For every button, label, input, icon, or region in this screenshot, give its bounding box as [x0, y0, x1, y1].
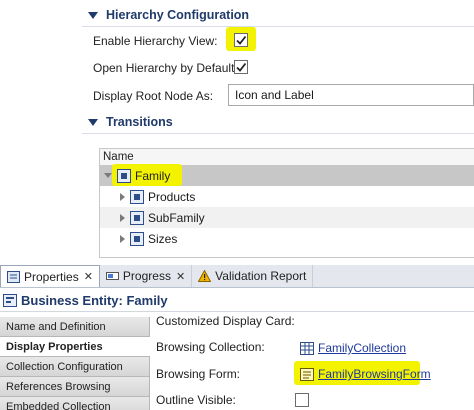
business-entity-icon — [3, 293, 17, 307]
transitions-tree: Name Family Products SubFamily Sizes — [99, 148, 474, 258]
checkmark-icon — [236, 62, 247, 72]
warning-icon — [198, 270, 212, 282]
browsing-collection-label: Browsing Collection: — [156, 340, 265, 354]
progress-icon — [105, 272, 119, 280]
tree-node-label: Products — [148, 189, 196, 204]
tab-validation-report[interactable]: Validation Report — [192, 265, 314, 287]
display-root-node-label: Display Root Node As: — [93, 89, 214, 103]
nav-item-embedded-collection[interactable]: Embedded Collection — [0, 397, 150, 410]
transitions-title: Transitions — [106, 115, 173, 129]
close-icon[interactable]: ✕ — [84, 270, 93, 283]
tab-label: Properties — [24, 269, 79, 284]
collapse-triangle-icon[interactable] — [88, 118, 98, 126]
open-hierarchy-label: Open Hierarchy by Default: — [93, 61, 238, 75]
nav-item-collection-configuration[interactable]: Collection Configuration — [0, 357, 150, 377]
entity-title-bar: Business Entity: Family — [0, 289, 474, 312]
customized-display-card-label: Customized Display Card: — [156, 314, 295, 328]
display-root-node-select[interactable]: Icon and Label — [228, 84, 474, 106]
tree-row-products[interactable]: Products — [100, 186, 474, 207]
open-hierarchy-checkbox[interactable] — [234, 60, 248, 74]
nav-item-name-and-definition[interactable]: Name and Definition — [0, 317, 150, 337]
tree-node-label: Sizes — [148, 231, 178, 246]
hierarchy-configuration-header[interactable]: Hierarchy Configuration — [82, 4, 474, 27]
nav-item-references-browsing[interactable]: References Browsing — [0, 377, 150, 397]
browsing-form-link[interactable]: FamilyBrowsingForm — [300, 367, 431, 381]
properties-side-nav: Name and Definition Display Properties C… — [0, 317, 150, 410]
tab-label: Validation Report — [215, 269, 307, 283]
properties-icon — [7, 270, 20, 283]
browsing-collection-value: FamilyCollection — [318, 341, 407, 355]
browsing-collection-link[interactable]: FamilyCollection — [300, 341, 406, 355]
tree-row-family[interactable]: Family — [100, 164, 474, 186]
collapsed-arrow-icon[interactable] — [120, 213, 125, 222]
entity-node-icon — [117, 168, 131, 183]
tab-properties[interactable]: Properties ✕ — [0, 265, 100, 287]
tree-node-label: SubFamily — [148, 210, 205, 225]
entity-node-icon — [130, 231, 144, 246]
form-icon — [300, 367, 314, 381]
tab-label: Progress — [122, 269, 171, 283]
collapsed-arrow-icon[interactable] — [120, 192, 125, 201]
checkmark-icon — [236, 35, 247, 45]
enable-hierarchy-label: Enable Hierarchy View: — [93, 34, 218, 48]
entity-title: Business Entity: Family — [21, 292, 168, 308]
outline-visible-checkbox[interactable] — [295, 393, 309, 407]
browsing-form-value: FamilyBrowsingForm — [318, 367, 431, 381]
nav-item-display-properties[interactable]: Display Properties — [0, 337, 150, 357]
entity-node-icon — [130, 189, 144, 204]
tree-node-label: Family — [135, 168, 171, 183]
tree-row-sizes[interactable]: Sizes — [100, 228, 474, 249]
browsing-form-label: Browsing Form: — [156, 367, 241, 381]
outline-visible-label: Outline Visible: — [156, 393, 236, 407]
collapse-triangle-icon[interactable] — [88, 11, 98, 19]
hierarchy-configuration-title: Hierarchy Configuration — [106, 8, 250, 22]
expanded-arrow-icon[interactable] — [104, 173, 112, 178]
view-tab-bar: Properties ✕ Progress ✕ Validation Repor… — [0, 265, 474, 288]
table-icon — [300, 341, 314, 355]
tab-progress[interactable]: Progress ✕ — [100, 265, 193, 287]
collapsed-arrow-icon[interactable] — [120, 234, 125, 243]
enable-hierarchy-checkbox[interactable] — [234, 33, 248, 47]
transitions-header[interactable]: Transitions — [82, 111, 474, 134]
close-icon[interactable]: ✕ — [176, 270, 185, 283]
entity-node-icon — [130, 210, 144, 225]
tree-row-subfamily[interactable]: SubFamily — [100, 207, 474, 228]
